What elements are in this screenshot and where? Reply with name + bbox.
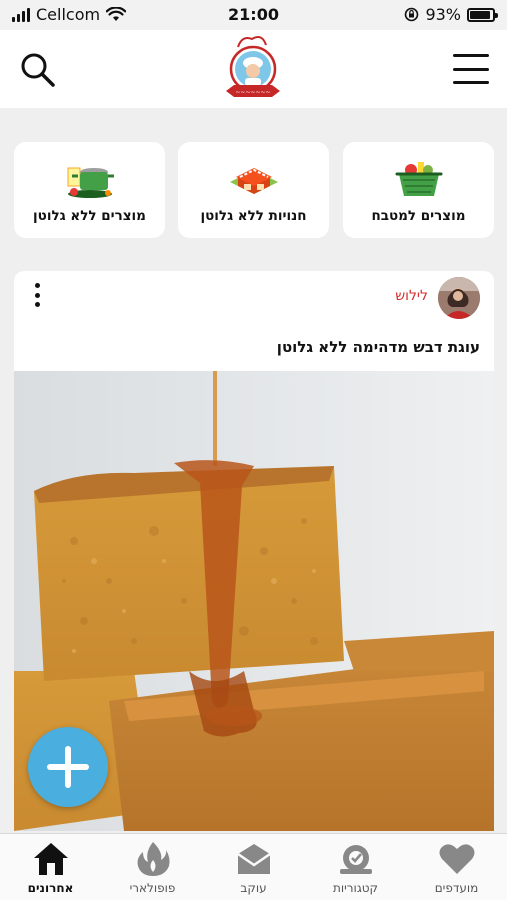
- heart-icon: [439, 844, 474, 874]
- bottom-nav: מועדפים קטגוריות עוקב פופולארי אחרונים: [0, 833, 507, 900]
- nav-item-label: מועדפים: [434, 881, 479, 895]
- nav-item-label: עוקב: [240, 881, 267, 895]
- nav-item-categories[interactable]: קטגוריות: [305, 834, 406, 900]
- battery-icon: [467, 7, 498, 22]
- menu-button[interactable]: [453, 54, 489, 84]
- quick-link-label: מוצרים למטבח: [371, 208, 466, 224]
- nav-item-following[interactable]: עוקב: [203, 834, 304, 900]
- status-right: 93%: [404, 5, 498, 24]
- nav-item-favorites[interactable]: מועדפים: [406, 834, 507, 900]
- avatar[interactable]: [438, 277, 480, 319]
- svg-text:~~~~~~~: ~~~~~~~: [235, 89, 270, 96]
- nav-item-label: קטגוריות: [332, 881, 379, 895]
- more-options-button[interactable]: [32, 283, 42, 307]
- home-icon: [33, 843, 68, 875]
- quick-links: מוצרים למטבח חנויות ללא גלוטן מוצרים ללא…: [14, 142, 494, 238]
- battery-percent: 93%: [425, 5, 461, 24]
- chef-logo-icon: ~~~~~~~: [226, 36, 280, 97]
- app-logo[interactable]: ~~~~~~~: [222, 33, 284, 105]
- quick-link-label: מוצרים ללא גלוטן: [33, 208, 146, 224]
- quick-link-kitchen-products[interactable]: מוצרים למטבח: [343, 142, 494, 238]
- top-bar: ~~~~~~~: [0, 30, 507, 108]
- store-icon: [229, 168, 278, 194]
- nav-item-recent[interactable]: אחרונים: [0, 834, 101, 900]
- categories-icon: [339, 845, 372, 874]
- post-author[interactable]: לילוש: [395, 288, 428, 304]
- search-button[interactable]: [18, 50, 58, 90]
- flame-icon: [137, 842, 170, 876]
- grocery-basket-icon: [395, 162, 442, 196]
- quick-link-gluten-free-stores[interactable]: חנויות ללא גלוטן: [178, 142, 329, 238]
- nav-item-label: אחרונים: [27, 881, 74, 895]
- avatar-image: [438, 277, 480, 319]
- quick-link-label: חנויות ללא גלוטן: [200, 208, 307, 224]
- hamburger-menu-icon: [453, 54, 489, 57]
- cooking-pot-icon: [67, 167, 114, 198]
- nav-item-popular[interactable]: פופולארי: [102, 834, 203, 900]
- mail-icon: [236, 844, 271, 874]
- search-icon: [21, 53, 55, 87]
- nav-item-label: פופולארי: [129, 881, 176, 895]
- post-title[interactable]: עוגת דבש מדהימה ללא גלוטן: [277, 338, 480, 356]
- quick-link-gluten-free-products[interactable]: מוצרים ללא גלוטן: [14, 142, 165, 238]
- add-button[interactable]: [28, 727, 108, 807]
- more-vertical-icon: [34, 283, 40, 288]
- orientation-lock-icon: [405, 7, 419, 22]
- status-bar: Cellcom 21:00 93%: [0, 0, 507, 30]
